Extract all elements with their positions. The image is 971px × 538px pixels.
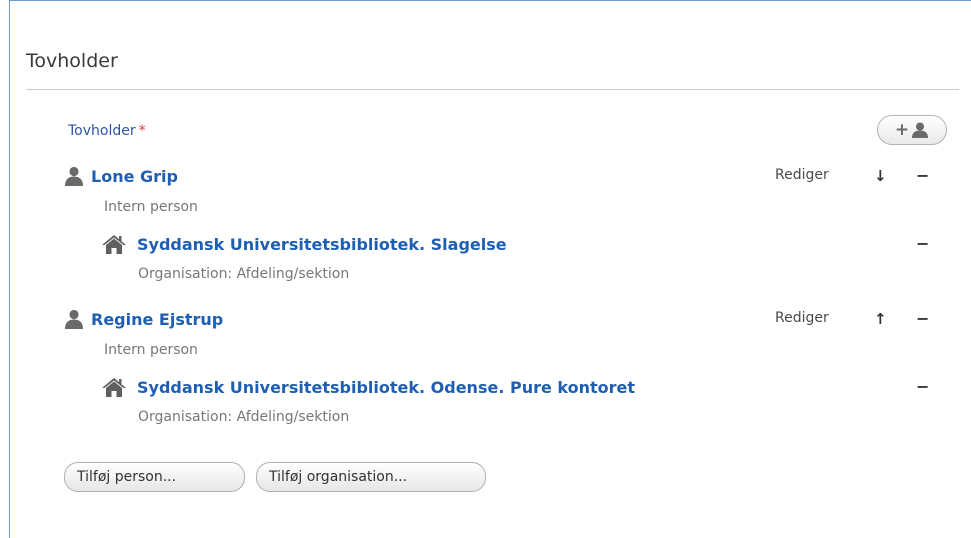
- move-down-icon[interactable]: ↓: [874, 167, 887, 185]
- required-marker: *: [138, 123, 146, 139]
- person-type: Intern person: [104, 199, 198, 215]
- add-organisation-button[interactable]: Tilføj organisation...: [256, 462, 486, 492]
- remove-person-icon[interactable]: −: [916, 166, 929, 185]
- person-name-link[interactable]: Regine Ejstrup: [91, 310, 223, 329]
- field-label: Tovholder *: [68, 123, 146, 139]
- remove-organisation-icon[interactable]: −: [916, 377, 929, 396]
- organisation-type: Organisation: Afdeling/sektion: [138, 266, 350, 282]
- plus-icon: +: [894, 119, 910, 140]
- edit-link[interactable]: Rediger: [775, 167, 829, 183]
- person-icon: [65, 309, 83, 329]
- person-add-icon: [912, 122, 929, 138]
- move-up-icon[interactable]: ↑: [874, 310, 887, 328]
- section-divider: [26, 89, 959, 90]
- person-type: Intern person: [104, 342, 198, 358]
- remove-organisation-icon[interactable]: −: [916, 234, 929, 253]
- frame-border-top: [9, 0, 971, 1]
- person-icon: [65, 166, 83, 186]
- add-person-button[interactable]: Tilføj person...: [64, 462, 245, 492]
- home-icon: [102, 378, 126, 397]
- field-label-text: Tovholder: [68, 123, 136, 139]
- person-name-link[interactable]: Lone Grip: [91, 167, 178, 186]
- organisation-name-link[interactable]: Syddansk Universitetsbibliotek. Odense. …: [137, 378, 635, 397]
- remove-person-icon[interactable]: −: [916, 309, 929, 328]
- add-person-icon-button[interactable]: +: [877, 115, 947, 145]
- organisation-type: Organisation: Afdeling/sektion: [138, 409, 350, 425]
- frame-border-left: [9, 0, 10, 538]
- section-title: Tovholder: [26, 50, 118, 72]
- organisation-name-link[interactable]: Syddansk Universitetsbibliotek. Slagelse: [137, 235, 507, 254]
- edit-link[interactable]: Rediger: [775, 310, 829, 326]
- home-icon: [102, 235, 126, 254]
